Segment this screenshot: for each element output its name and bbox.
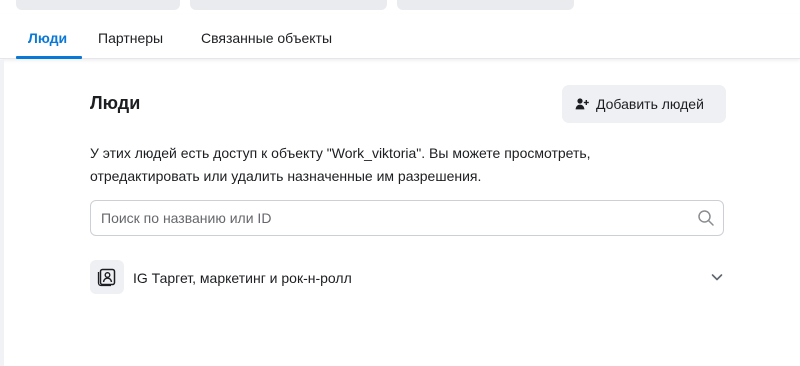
tab-partners[interactable]: Партнеры [98, 30, 163, 46]
add-people-button[interactable]: Добавить людей [562, 85, 726, 123]
panel-left-border [0, 60, 4, 366]
top-chip[interactable] [16, 0, 180, 10]
add-people-label: Добавить людей [596, 96, 704, 112]
search-input[interactable] [101, 201, 681, 235]
person-card-icon [90, 260, 124, 294]
list-item-label: IG Таргет, маркетинг и рок-н-ролл [133, 270, 352, 286]
tab-connected-assets[interactable]: Связанные объекты [201, 30, 332, 46]
access-description-line: отредактировать или удалить назначенные … [90, 168, 482, 184]
list-item[interactable]: IG Таргет, маркетинг и рок-н-ролл [90, 260, 726, 296]
chevron-down-icon[interactable] [710, 270, 724, 284]
access-description-line: У этих людей есть доступ к объекту "Work… [90, 145, 591, 161]
add-person-icon [574, 96, 590, 112]
top-chip[interactable] [190, 0, 387, 10]
search-icon[interactable] [697, 209, 715, 227]
tab-people[interactable]: Люди [28, 30, 67, 46]
top-chip-bar [0, 0, 800, 12]
section-title: Люди [90, 93, 141, 113]
people-panel: Люди Добавить людей У этих людей есть до… [0, 60, 800, 366]
active-tab-indicator [16, 56, 82, 59]
top-chip[interactable] [397, 0, 574, 10]
search-box [90, 200, 724, 236]
access-description: У этих людей есть доступ к объекту "Work… [90, 142, 650, 188]
tab-bar: Люди Партнеры Связанные объекты [0, 14, 800, 59]
